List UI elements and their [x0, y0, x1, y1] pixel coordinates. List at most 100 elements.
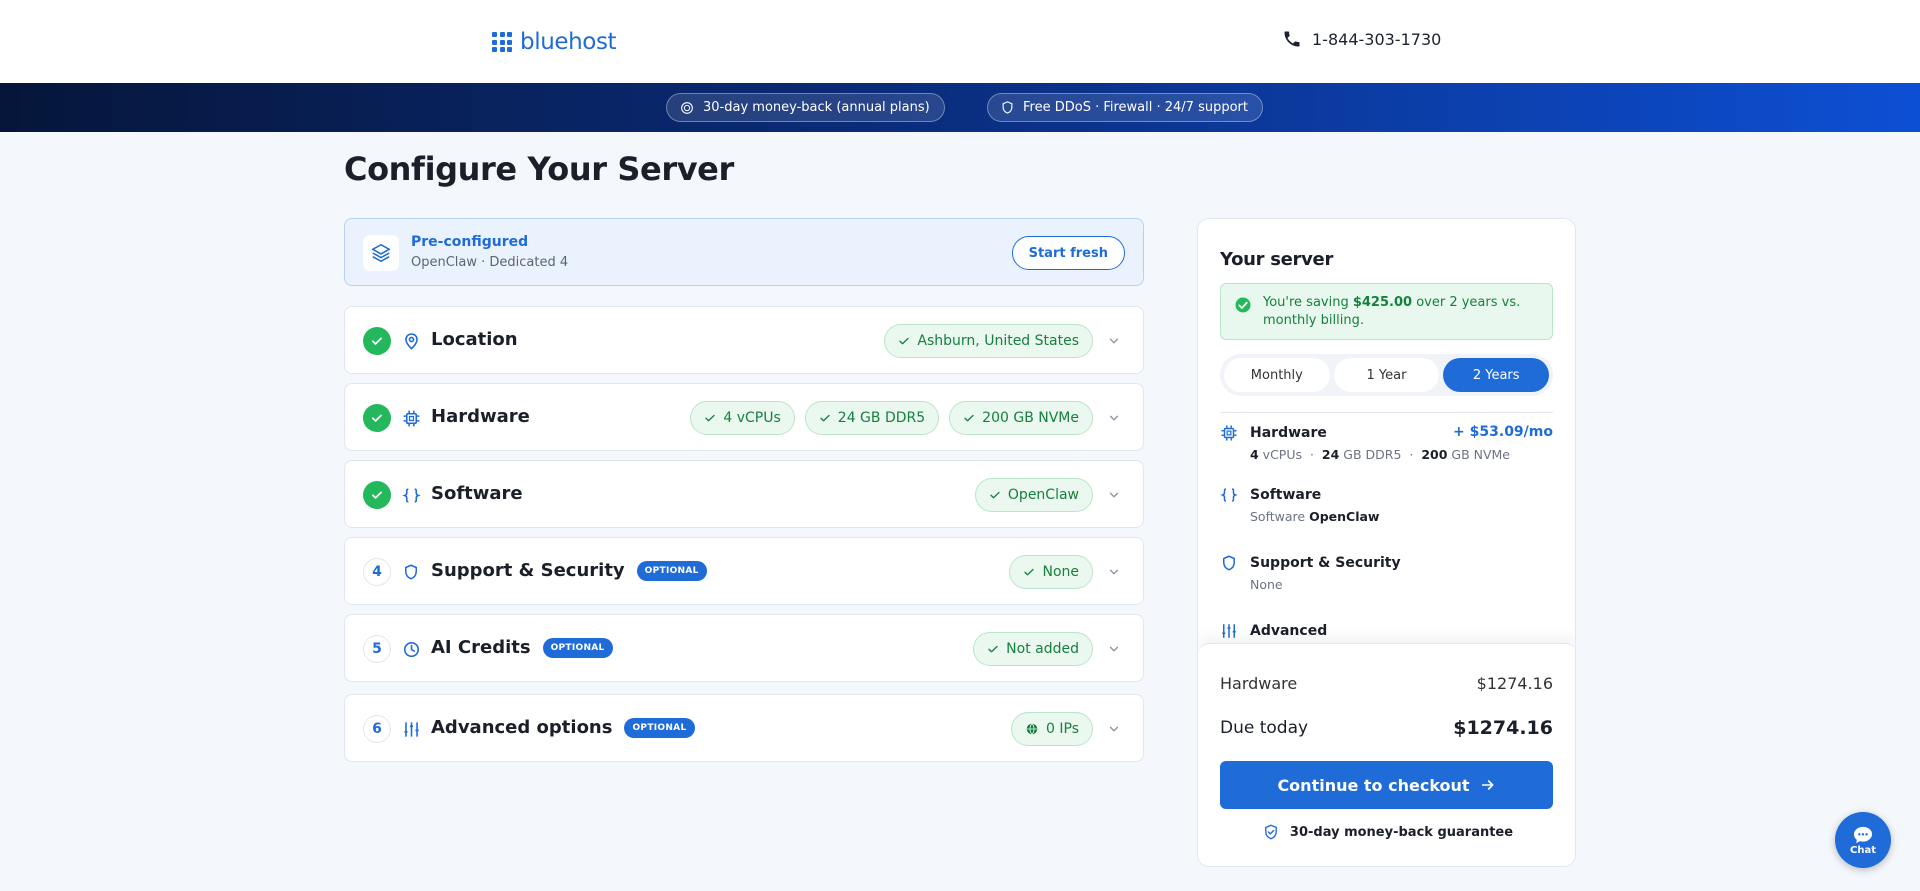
support-details: None: [1250, 577, 1283, 592]
money-back-text: 30-day money-back (annual plans): [703, 100, 930, 115]
check-icon: [363, 481, 391, 509]
logo-text: bluehost: [520, 29, 617, 55]
step-number: 5: [363, 635, 391, 663]
cpu-icon: [401, 408, 421, 428]
bluehost-logo[interactable]: bluehost: [492, 29, 617, 55]
phone-icon: [1284, 31, 1300, 47]
savings-text: You're saving $425.00 over 2 years vs. m…: [1263, 295, 1521, 328]
section-location[interactable]: Location Ashburn, United States: [344, 306, 1144, 374]
optional-badge: OPTIONAL: [542, 637, 613, 658]
hardware-details: 4 vCPUs · 24 GB DDR5 · 200 GB NVMe: [1250, 447, 1510, 462]
section-title: Location: [431, 329, 518, 350]
step-number: 6: [363, 715, 391, 743]
storage-chip: 200 GB NVMe: [949, 401, 1093, 435]
summary-hardware: Hardware 4 vCPUs · 24 GB DDR5 · 200 GB N…: [1220, 424, 1553, 468]
summary-advanced: Advanced: [1220, 622, 1553, 644]
cpu-chip: 4 vCPUs: [690, 401, 795, 435]
sliders-icon: [401, 719, 421, 739]
billing-1-year[interactable]: 1 Year: [1333, 358, 1440, 392]
top-header: bluehost 1-844-303-1730: [0, 0, 1920, 83]
badge-icon: [681, 101, 693, 114]
section-title: Software: [431, 483, 523, 504]
shield-check-icon: [1264, 824, 1277, 840]
check-icon: [899, 337, 910, 345]
shield-icon: [1223, 555, 1235, 571]
section-title: Support & Security OPTIONAL: [431, 560, 707, 581]
shield-icon: [401, 562, 421, 582]
server-summary-panel: Your server You're saving $425.00 over 2…: [1197, 218, 1576, 867]
preconfigured-card: Pre-configured OpenClaw · Dedicated 4 St…: [344, 218, 1144, 286]
logo-grid-icon: [492, 32, 512, 52]
software-chip: OpenClaw: [974, 478, 1093, 512]
advanced-title: Advanced: [1250, 623, 1328, 639]
layers-icon: [363, 235, 399, 271]
summary-software: Software Software OpenClaw: [1220, 486, 1553, 530]
continue-to-checkout-button[interactable]: Continue to checkout: [1220, 761, 1553, 809]
phone-link[interactable]: 1-844-303-1730: [1282, 29, 1441, 49]
check-circle-icon: [1235, 297, 1251, 313]
check-icon: [1024, 568, 1035, 576]
check-icon: [363, 404, 391, 432]
location-chip: Ashburn, United States: [884, 324, 1093, 358]
chevron-down-icon[interactable]: [1105, 409, 1123, 427]
sliders-icon: [1222, 624, 1236, 638]
security-text: Free DDoS · Firewall · 24/7 support: [1023, 100, 1248, 115]
check-icon: [820, 414, 830, 422]
check-icon: [705, 414, 716, 422]
chevron-down-icon[interactable]: [1105, 563, 1123, 581]
software-title: Software: [1250, 487, 1322, 503]
money-back-pill: 30-day money-back (annual plans): [666, 93, 945, 122]
summary-hardware-row: Hardware $1274.16: [1220, 674, 1553, 693]
preconfigured-title: Pre-configured: [411, 234, 529, 250]
chevron-down-icon[interactable]: [1105, 640, 1123, 658]
start-fresh-button[interactable]: Start fresh: [1011, 236, 1125, 270]
hardware-price: + $53.09/mo: [1453, 424, 1553, 440]
chat-bubble-icon: [1853, 826, 1873, 843]
check-icon: [988, 645, 998, 653]
chevron-down-icon[interactable]: [1105, 332, 1123, 350]
billing-monthly[interactable]: Monthly: [1224, 358, 1330, 392]
promo-banner: 30-day money-back (annual plans) Free DD…: [0, 83, 1920, 132]
chevron-down-icon[interactable]: [1105, 486, 1123, 504]
section-advanced-options[interactable]: 6 Advanced options OPTIONAL 0 IPs: [344, 694, 1144, 762]
support-chip: None: [1009, 555, 1093, 589]
due-today-amount: $1274.16: [1453, 717, 1553, 739]
section-hardware[interactable]: Hardware 4 vCPUs 24 GB DDR5 200 GB NVMe: [344, 383, 1144, 451]
savings-notice: You're saving $425.00 over 2 years vs. m…: [1220, 283, 1553, 340]
section-support-security[interactable]: 4 Support & Security OPTIONAL None: [344, 537, 1144, 605]
globe-icon: [1026, 723, 1038, 735]
chat-button[interactable]: Chat: [1835, 812, 1891, 868]
summary-hardware-label: Hardware: [1220, 674, 1298, 693]
section-title: AI Credits OPTIONAL: [431, 637, 613, 658]
check-icon: [990, 491, 1000, 499]
section-software[interactable]: Software OpenClaw: [344, 460, 1144, 528]
security-pill: Free DDoS · Firewall · 24/7 support: [987, 93, 1263, 122]
order-summary: Hardware $1274.16 Due today $1274.16 Con…: [1198, 643, 1575, 866]
arrow-right-icon: [1481, 780, 1494, 790]
summary-support: Support & Security None: [1220, 554, 1553, 598]
check-icon: [363, 327, 391, 355]
shield-icon: [1002, 101, 1013, 114]
braces-icon: [1220, 488, 1238, 502]
chevron-down-icon[interactable]: [1105, 720, 1123, 738]
section-ai-credits[interactable]: 5 AI Credits OPTIONAL Not added: [344, 614, 1144, 682]
hardware-title: Hardware: [1250, 425, 1327, 441]
money-back-guarantee: 30-day money-back guarantee: [1198, 823, 1575, 841]
ai-credits-chip: Not added: [973, 632, 1093, 666]
divider: [1220, 412, 1553, 413]
optional-badge: OPTIONAL: [624, 717, 695, 738]
phone-number: 1-844-303-1730: [1312, 29, 1442, 49]
step-number: 4: [363, 558, 391, 586]
billing-2-years[interactable]: 2 Years: [1443, 358, 1550, 392]
preconfigured-subtitle: OpenClaw · Dedicated 4: [411, 255, 569, 270]
billing-toggle: Monthly 1 Year 2 Years: [1220, 354, 1553, 396]
section-title: Hardware: [431, 406, 530, 427]
due-today-row: Due today $1274.16: [1220, 717, 1553, 739]
clock-icon: [401, 639, 421, 659]
optional-badge: OPTIONAL: [636, 560, 707, 581]
panel-title: Your server: [1220, 249, 1334, 270]
ips-chip: 0 IPs: [1011, 712, 1093, 746]
chat-label: Chat: [1850, 844, 1876, 856]
location-pin-icon: [401, 331, 421, 351]
page-title: Configure Your Server: [344, 150, 734, 188]
